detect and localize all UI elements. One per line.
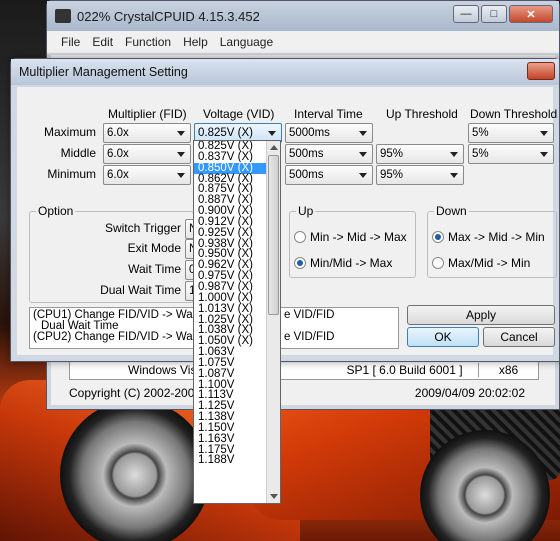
down-option-2-radio[interactable]: Max/Mid -> Min	[432, 256, 530, 270]
close-button[interactable]: ✕	[509, 5, 553, 23]
main-window-title: 022% CrystalCPUID 4.15.3.452	[77, 8, 260, 24]
row-label-minimum: Minimum	[47, 167, 96, 181]
menu-edit[interactable]: Edit	[86, 35, 119, 49]
voltage-dropdown-list[interactable]: 0.825V (X) 0.837V (X) 0.850V (X) 0.862V …	[193, 140, 281, 504]
os-info-row: Windows Vis SP1 [ 6.0 Build 6001 ] x86	[69, 360, 539, 380]
switch-trigger-label: Switch Trigger	[104, 221, 181, 235]
minimize-button[interactable]: —	[453, 5, 479, 23]
dialog-close-button[interactable]	[527, 62, 555, 80]
menu-help[interactable]: Help	[177, 35, 214, 49]
exit-mode-label: Exit Mode	[127, 241, 181, 255]
radio-indicator	[294, 231, 306, 243]
copyright-text: Copyright (C) 2002-2009	[69, 386, 202, 400]
apply-button[interactable]: Apply	[407, 305, 555, 325]
down-threshold-max-select[interactable]: 5%	[468, 123, 554, 143]
header-down-threshold: Down Threshold	[470, 107, 558, 121]
app-icon	[55, 9, 71, 23]
main-title-bar[interactable]: 022% CrystalCPUID 4.15.3.452 — □ ✕	[47, 1, 559, 31]
scrollbar-thumb[interactable]	[268, 155, 279, 315]
row-label-middle: Middle	[60, 146, 96, 160]
log-line-tail: e VID/FID	[284, 331, 335, 343]
multiplier-max-select[interactable]: 6.0x	[103, 123, 191, 143]
row-label-maximum: Maximum	[43, 125, 96, 139]
down-option-1-radio[interactable]: Max -> Mid -> Min	[432, 230, 545, 244]
timestamp-text: 2009/04/09 20:02:02	[414, 386, 525, 400]
dropdown-scrollbar[interactable]	[266, 141, 280, 503]
interval-mid-select[interactable]: 500ms	[285, 144, 373, 164]
interval-max-select[interactable]: 5000ms	[285, 123, 373, 143]
radio-indicator	[432, 257, 444, 269]
header-up-threshold: Up Threshold	[386, 107, 458, 121]
menu-bar: File Edit Function Help Language	[47, 31, 559, 53]
up-option-2-radio[interactable]: Min/Mid -> Max	[294, 256, 392, 270]
interval-min-select[interactable]: 500ms	[285, 165, 373, 185]
menu-function[interactable]: Function	[119, 35, 177, 49]
up-threshold-mid-select[interactable]: 95%	[376, 144, 464, 164]
option-group-title: Option	[36, 204, 76, 218]
multiplier-min-select[interactable]: 6.0x	[103, 165, 191, 185]
maximize-button[interactable]: □	[481, 5, 507, 23]
up-group-title: Up	[296, 204, 316, 218]
dialog-title: Multiplier Management Setting	[19, 65, 188, 79]
header-multiplier: Multiplier (FID)	[108, 107, 187, 121]
header-interval: Interval Time	[294, 107, 363, 121]
down-threshold-mid-select[interactable]: 5%	[468, 144, 554, 164]
header-voltage: Voltage (VID)	[203, 107, 275, 121]
up-option-1-radio[interactable]: Min -> Mid -> Max	[294, 230, 407, 244]
cancel-button[interactable]: Cancel	[483, 327, 555, 347]
scroll-up-icon[interactable]	[270, 145, 278, 150]
radio-indicator-selected	[432, 231, 444, 243]
radio-indicator-selected	[294, 257, 306, 269]
menu-language[interactable]: Language	[214, 35, 279, 49]
scroll-down-icon[interactable]	[270, 494, 278, 499]
wallpaper-wheel-left	[60, 400, 210, 541]
log-line-tail: e VID/FID	[284, 309, 335, 321]
up-threshold-min-select[interactable]: 95%	[376, 165, 464, 185]
down-group-title: Down	[434, 204, 469, 218]
ok-button[interactable]: OK	[407, 327, 479, 347]
arch-info: x86	[478, 363, 538, 377]
dialog-title-bar[interactable]: Multiplier Management Setting	[11, 59, 559, 85]
multiplier-management-dialog: Multiplier Management Setting Multiplier…	[10, 58, 560, 362]
menu-file[interactable]: File	[55, 35, 86, 49]
wait-time-label: Wait Time	[128, 262, 181, 276]
dual-wait-time-label: Dual Wait Time	[100, 283, 181, 297]
multiplier-mid-select[interactable]: 6.0x	[103, 144, 191, 164]
